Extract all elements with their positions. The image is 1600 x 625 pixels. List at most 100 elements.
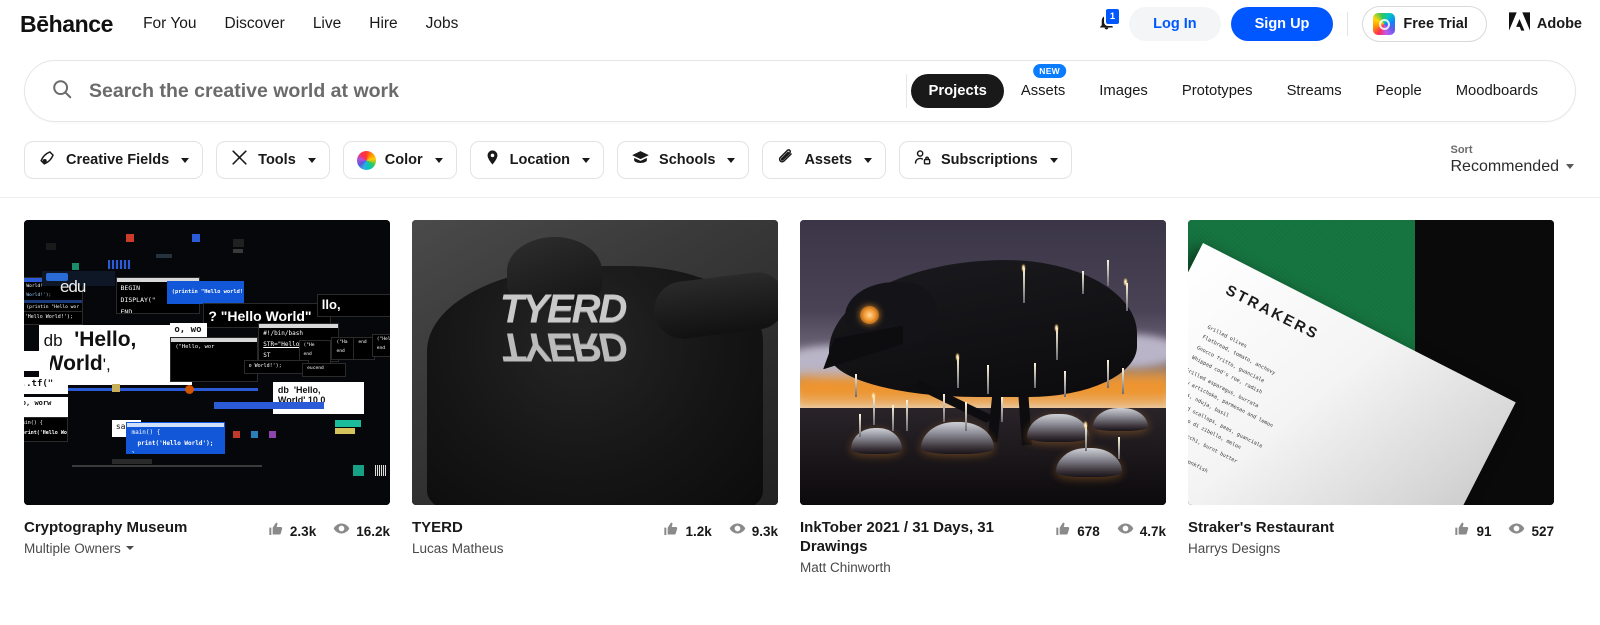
project-stats: 1.2k 9.3k (663, 519, 778, 542)
project-thumbnail-strakers-restaurant[interactable]: STRAKERS Grilled olives Flatbread, tomat… (1188, 220, 1554, 505)
nav-link-hire[interactable]: Hire (369, 15, 397, 33)
thumbs-up-icon (1454, 521, 1470, 542)
project-card: STRAKERS Grilled olives Flatbread, tomat… (1188, 220, 1554, 575)
project-card: TYERD TYERD TYERD Lucas Matheus (412, 220, 778, 575)
adobe-link[interactable]: Adobe (1509, 12, 1582, 36)
project-owner[interactable]: Multiple Owners (24, 541, 121, 556)
views-stat: 9.3k (729, 520, 778, 542)
project-owner[interactable]: Harrys Designs (1188, 541, 1280, 556)
filter-assets[interactable]: Assets (762, 141, 886, 179)
notification-badge: 1 (1104, 7, 1121, 26)
chevron-down-icon (308, 158, 316, 163)
project-owner-row: Lucas Matheus (412, 541, 653, 556)
search-type-tabs: Projects NEW Assets Images Prototypes St… (911, 74, 1563, 108)
search-bar: Projects NEW Assets Images Prototypes St… (24, 60, 1576, 122)
project-meta: Straker's Restaurant Harrys Designs 91 (1188, 519, 1554, 556)
tab-projects-label: Projects (928, 83, 986, 99)
jacket-text-line-2: TYERD (500, 328, 626, 365)
tab-images-label: Images (1099, 83, 1148, 99)
creative-fields-icon (38, 148, 57, 172)
adobe-logo-icon (1509, 12, 1530, 36)
nav-right-actions: 1 Log In Sign Up Free Trial Adobe (1089, 6, 1582, 42)
search-input[interactable] (87, 79, 898, 104)
project-title[interactable]: Straker's Restaurant (1188, 519, 1444, 538)
nav-link-jobs[interactable]: Jobs (426, 15, 459, 33)
project-owner[interactable]: Matt Chinworth (800, 560, 891, 575)
log-in-button[interactable]: Log In (1129, 7, 1221, 41)
project-owner-row: Matt Chinworth (800, 560, 1045, 575)
search-row: Projects NEW Assets Images Prototypes St… (0, 48, 1600, 122)
color-wheel-icon (357, 151, 376, 170)
chevron-down-icon (1566, 164, 1574, 169)
nav-divider (1347, 12, 1348, 36)
views-stat: 527 (1508, 520, 1554, 542)
sign-up-button[interactable]: Sign Up (1231, 7, 1334, 41)
project-thumbnail-tyerd[interactable]: TYERD TYERD (412, 220, 778, 505)
tab-projects[interactable]: Projects (911, 74, 1003, 108)
nav-link-for-you[interactable]: For You (143, 15, 196, 33)
tools-icon (230, 148, 249, 172)
chevron-down-icon (582, 158, 590, 163)
tab-prototypes[interactable]: Prototypes (1165, 74, 1270, 108)
project-stats: 678 4.7k (1055, 519, 1166, 542)
tab-streams[interactable]: Streams (1270, 74, 1359, 108)
chevron-down-icon[interactable] (126, 546, 134, 550)
search-segment-divider (906, 74, 907, 108)
project-thumbnail-inktober[interactable] (800, 220, 1166, 505)
project-card: InkTober 2021 / 31 Days, 31 Drawings Mat… (800, 220, 1166, 575)
thumbnail-art-raven (800, 220, 1166, 505)
project-title[interactable]: Cryptography Museum (24, 519, 258, 538)
thumbs-up-icon (663, 521, 679, 542)
project-title[interactable]: InkTober 2021 / 31 Days, 31 Drawings (800, 519, 1045, 557)
project-owner[interactable]: Lucas Matheus (412, 541, 504, 556)
likes-stat: 2.3k (268, 521, 316, 542)
thumbs-up-icon (1055, 521, 1071, 542)
sort-dropdown[interactable]: Recommended (1451, 158, 1575, 176)
chevron-down-icon (727, 158, 735, 163)
project-title[interactable]: TYERD (412, 519, 653, 538)
creative-cloud-icon (1373, 13, 1395, 35)
filter-color[interactable]: Color (343, 141, 457, 179)
filter-location[interactable]: Location (470, 141, 604, 179)
jacket-graphic-text: TYERD TYERD (500, 291, 626, 365)
filter-tools[interactable]: Tools (216, 141, 330, 179)
tab-people-label: People (1376, 83, 1422, 99)
filter-assets-label: Assets (804, 152, 852, 168)
thumbs-up-icon (268, 521, 284, 542)
behance-logo[interactable]: Bēhance (20, 11, 113, 38)
notifications-button[interactable]: 1 (1089, 9, 1123, 39)
project-meta: TYERD Lucas Matheus 1.2k (412, 519, 778, 556)
views-count: 4.7k (1140, 524, 1166, 539)
chevron-down-icon (864, 158, 872, 163)
eye-icon (1117, 520, 1134, 542)
thumbnail-art-menu: STRAKERS Grilled olives Flatbread, tomat… (1188, 220, 1554, 505)
project-owner-row: Harrys Designs (1188, 541, 1444, 556)
filter-creative-fields[interactable]: Creative Fields (24, 141, 203, 179)
nav-link-discover[interactable]: Discover (225, 15, 285, 33)
filter-schools[interactable]: Schools (617, 141, 749, 179)
nav-link-live[interactable]: Live (313, 15, 341, 33)
project-meta-left: InkTober 2021 / 31 Days, 31 Drawings Mat… (800, 519, 1045, 575)
tab-streams-label: Streams (1287, 83, 1342, 99)
tab-images[interactable]: Images (1082, 74, 1165, 108)
project-thumbnail-cryptography-museum[interactable]: Hello, World! 'Hello World!'); f(") { (p… (24, 220, 390, 505)
tab-people[interactable]: People (1359, 74, 1439, 108)
filter-creative-fields-label: Creative Fields (66, 152, 169, 168)
project-meta: Cryptography Museum Multiple Owners 2.3k (24, 519, 390, 556)
project-grid: Hello, World! 'Hello World!'); f(") { (p… (0, 198, 1600, 575)
tab-moodboards[interactable]: Moodboards (1439, 74, 1555, 108)
likes-count: 91 (1476, 524, 1491, 539)
new-badge: NEW (1033, 64, 1066, 78)
views-stat: 4.7k (1117, 520, 1166, 542)
sort-value: Recommended (1451, 158, 1560, 176)
views-count: 527 (1531, 524, 1554, 539)
likes-stat: 1.2k (663, 521, 711, 542)
chevron-down-icon (435, 158, 443, 163)
free-trial-button[interactable]: Free Trial (1362, 6, 1486, 42)
adobe-label: Adobe (1537, 16, 1582, 32)
paperclip-icon (776, 148, 795, 172)
chevron-down-icon (1050, 158, 1058, 163)
graduation-cap-icon (631, 148, 650, 172)
tab-assets[interactable]: NEW Assets (1004, 74, 1082, 108)
filter-subscriptions[interactable]: Subscriptions (899, 141, 1072, 179)
